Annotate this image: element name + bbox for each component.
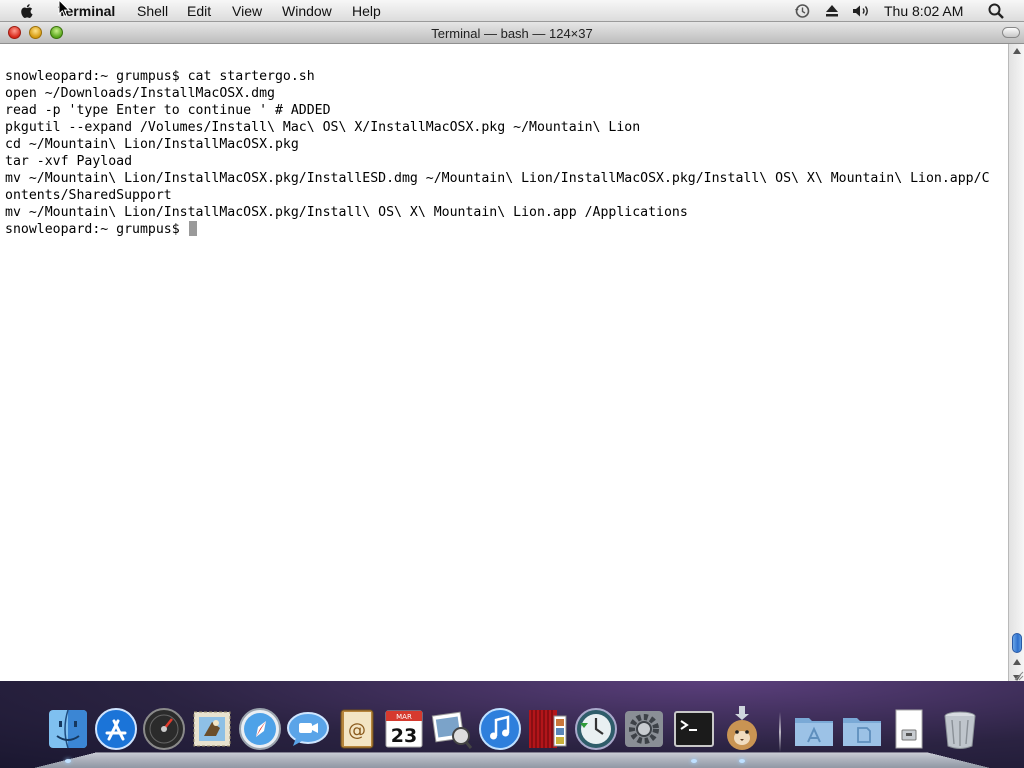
menu-edit[interactable]: Edit: [187, 3, 211, 19]
text-cursor: [188, 221, 197, 236]
terminal-line: mv ~/Mountain\ Lion/InstallMacOSX.pkg/In…: [5, 205, 688, 220]
app-store-icon[interactable]: [94, 706, 138, 752]
ichat-icon[interactable]: [286, 706, 330, 752]
trash-icon[interactable]: [938, 706, 982, 752]
time-machine-icon[interactable]: [574, 706, 618, 752]
dock-shelf: [30, 752, 994, 768]
calendar-month: MAR: [396, 713, 412, 721]
mouse-pointer-icon: [58, 0, 70, 17]
address-book-icon[interactable]: @: [334, 706, 378, 752]
installer-running-indicator: [739, 759, 745, 763]
vertical-scrollbar[interactable]: [1008, 44, 1024, 681]
terminal-window: Terminal — bash — 124×37 snowleopard:~ g…: [0, 22, 1024, 681]
terminal-line: ontents/SharedSupport: [5, 188, 172, 203]
safari-icon[interactable]: [238, 706, 282, 752]
terminal-output[interactable]: snowleopard:~ grumpus$ cat startergo.sh …: [0, 44, 1008, 681]
downloads-stack-icon[interactable]: [888, 706, 932, 752]
terminal-line: snowleopard:~ grumpus$ cat startergo.sh: [5, 69, 315, 84]
applications-folder-icon[interactable]: [792, 706, 836, 752]
menubar-clock[interactable]: Thu 8:02 AM: [884, 3, 963, 19]
menu-bar: Terminal Shell Edit View Window Help Thu…: [0, 0, 1024, 22]
terminal-line: mv ~/Mountain\ Lion/InstallMacOSX.pkg/In…: [5, 171, 990, 186]
dashboard-icon[interactable]: [142, 706, 186, 752]
menu-window[interactable]: Window: [282, 3, 332, 19]
terminal-line: tar -xvf Payload: [5, 154, 133, 169]
terminal-line: cd ~/Mountain\ Lion/InstallMacOSX.pkg: [5, 137, 299, 152]
terminal-running-indicator: [691, 759, 697, 763]
itunes-icon[interactable]: [478, 706, 522, 752]
terminal-line: read -p 'type Enter to continue ' # ADDE…: [5, 103, 331, 118]
finder-icon[interactable]: [46, 706, 90, 752]
mountain-lion-installer-icon[interactable]: [720, 706, 764, 752]
dock-divider: [779, 712, 781, 752]
ical-icon[interactable]: MAR 23: [382, 706, 426, 752]
preview-icon[interactable]: [430, 706, 474, 752]
mail-icon[interactable]: [190, 706, 234, 752]
scroll-up-arrow-icon[interactable]: [1012, 657, 1022, 667]
window-titlebar[interactable]: Terminal — bash — 124×37: [0, 22, 1024, 44]
scroll-thumb[interactable]: [1012, 633, 1022, 653]
terminal-prompt-line[interactable]: snowleopard:~ grumpus$: [5, 221, 197, 238]
svg-text:@: @: [348, 720, 366, 741]
menu-help[interactable]: Help: [352, 3, 381, 19]
menu-shell[interactable]: Shell: [137, 3, 168, 19]
toolbar-toggle-button[interactable]: [1002, 27, 1020, 38]
resize-grip-icon[interactable]: [1012, 669, 1024, 681]
spotlight-icon[interactable]: [987, 2, 1005, 20]
scroll-up-icon[interactable]: [1012, 46, 1022, 56]
apple-menu-icon[interactable]: [18, 2, 36, 20]
window-title: Terminal — bash — 124×37: [431, 26, 593, 41]
shell-prompt: snowleopard:~ grumpus$: [5, 222, 188, 237]
finder-running-indicator: [65, 759, 71, 763]
system-preferences-icon[interactable]: [622, 706, 666, 752]
calendar-day: 23: [391, 725, 417, 747]
documents-folder-icon[interactable]: [840, 706, 884, 752]
photo-booth-icon[interactable]: [526, 706, 570, 752]
terminal-line: pkgutil --expand /Volumes/Install\ Mac\ …: [5, 120, 641, 135]
eject-icon[interactable]: [824, 2, 840, 20]
volume-icon[interactable]: [851, 2, 871, 20]
terminal-line: open ~/Downloads/InstallMacOSX.dmg: [5, 86, 275, 101]
menu-view[interactable]: View: [232, 3, 262, 19]
time-machine-icon[interactable]: [793, 2, 811, 20]
terminal-icon[interactable]: [672, 706, 716, 752]
